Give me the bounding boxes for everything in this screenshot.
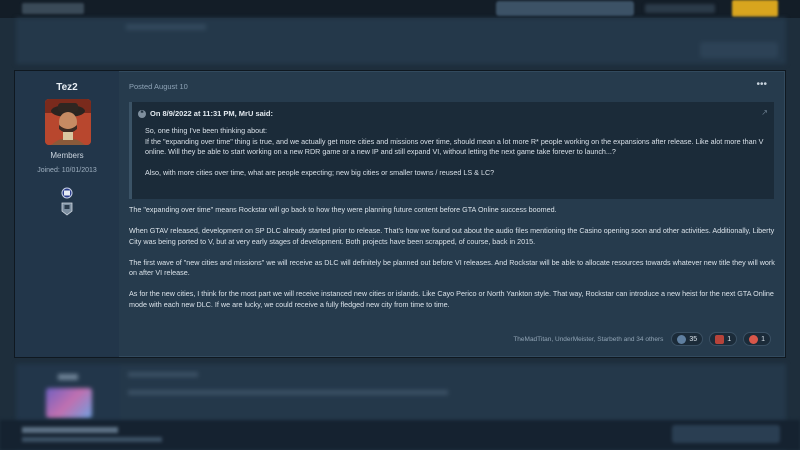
reactions-row: TheMadTitan, UnderMeister, Starbeth and … xyxy=(513,332,771,346)
footer-action-button[interactable] xyxy=(672,425,780,443)
reaction-count: 1 xyxy=(761,335,765,343)
rank-badges xyxy=(59,187,75,217)
post-paragraph: The first wave of "new cities and missio… xyxy=(129,257,775,278)
heart-icon xyxy=(749,334,759,344)
join-date: Joined: 10/01/2013 xyxy=(37,167,97,174)
quote-header: ❝ On 8/9/2022 at 11:31 PM, MrU said: xyxy=(138,109,273,118)
post-date[interactable]: Posted August 10 xyxy=(129,82,188,91)
more-options-icon[interactable]: ••• xyxy=(756,79,767,90)
quote-body: So, one thing I've been thinking about: … xyxy=(145,126,764,189)
reacted-by-list[interactable]: TheMadTitan, UnderMeister, Starbeth and … xyxy=(513,336,663,343)
reaction-count: 1 xyxy=(727,335,732,343)
post-paragraph: The "expanding over time" means Rockstar… xyxy=(129,205,557,214)
quote-block: ❝ On 8/9/2022 at 11:31 PM, MrU said: ↗ S… xyxy=(129,102,774,199)
post-content: Posted August 10 ••• ❝ On 8/9/2022 at 11… xyxy=(119,71,785,357)
previous-post-blurred xyxy=(16,18,786,64)
search-input[interactable] xyxy=(496,1,634,16)
reaction-count: 35 xyxy=(689,335,698,343)
forum-post: Tez2 Members Joined: 10/01/2013 Posted A… xyxy=(14,70,786,358)
quote-paragraph: So, one thing I've been thinking about: xyxy=(145,126,268,135)
quote-icon: ❝ xyxy=(138,109,146,118)
member-group-label: Members xyxy=(50,151,84,160)
post-body: The "expanding over time" means Rockstar… xyxy=(129,205,779,321)
post-paragraph: When GTAV released, development on SP DL… xyxy=(129,226,775,246)
quote-paragraph: Also, with more cities over time, what a… xyxy=(145,168,495,177)
reaction-tea[interactable]: 1 xyxy=(709,332,738,346)
reaction-like[interactable]: 35 xyxy=(671,332,704,346)
share-link-icon[interactable]: ↗ xyxy=(761,108,768,117)
quote-attribution[interactable]: On 8/9/2022 at 11:31 PM, MrU said: xyxy=(150,109,273,118)
sign-up-button[interactable] xyxy=(732,0,778,17)
author-panel: Tez2 Members Joined: 10/01/2013 xyxy=(15,71,119,357)
tea-icon xyxy=(715,334,725,344)
author-name[interactable]: Tez2 xyxy=(15,82,119,93)
reaction-heart[interactable]: 1 xyxy=(743,332,771,346)
quote-paragraph: If the "expanding over time" thing is tr… xyxy=(145,136,764,157)
avatar[interactable] xyxy=(45,99,91,145)
post-paragraph: As for the new cities, I think for the m… xyxy=(129,289,774,309)
sign-in-link[interactable] xyxy=(645,4,715,13)
top-navigation-bar xyxy=(0,0,800,18)
site-logo[interactable] xyxy=(22,3,84,14)
footer-banner-blurred xyxy=(0,420,800,450)
like-icon xyxy=(677,334,687,344)
quote-button[interactable] xyxy=(700,42,778,58)
